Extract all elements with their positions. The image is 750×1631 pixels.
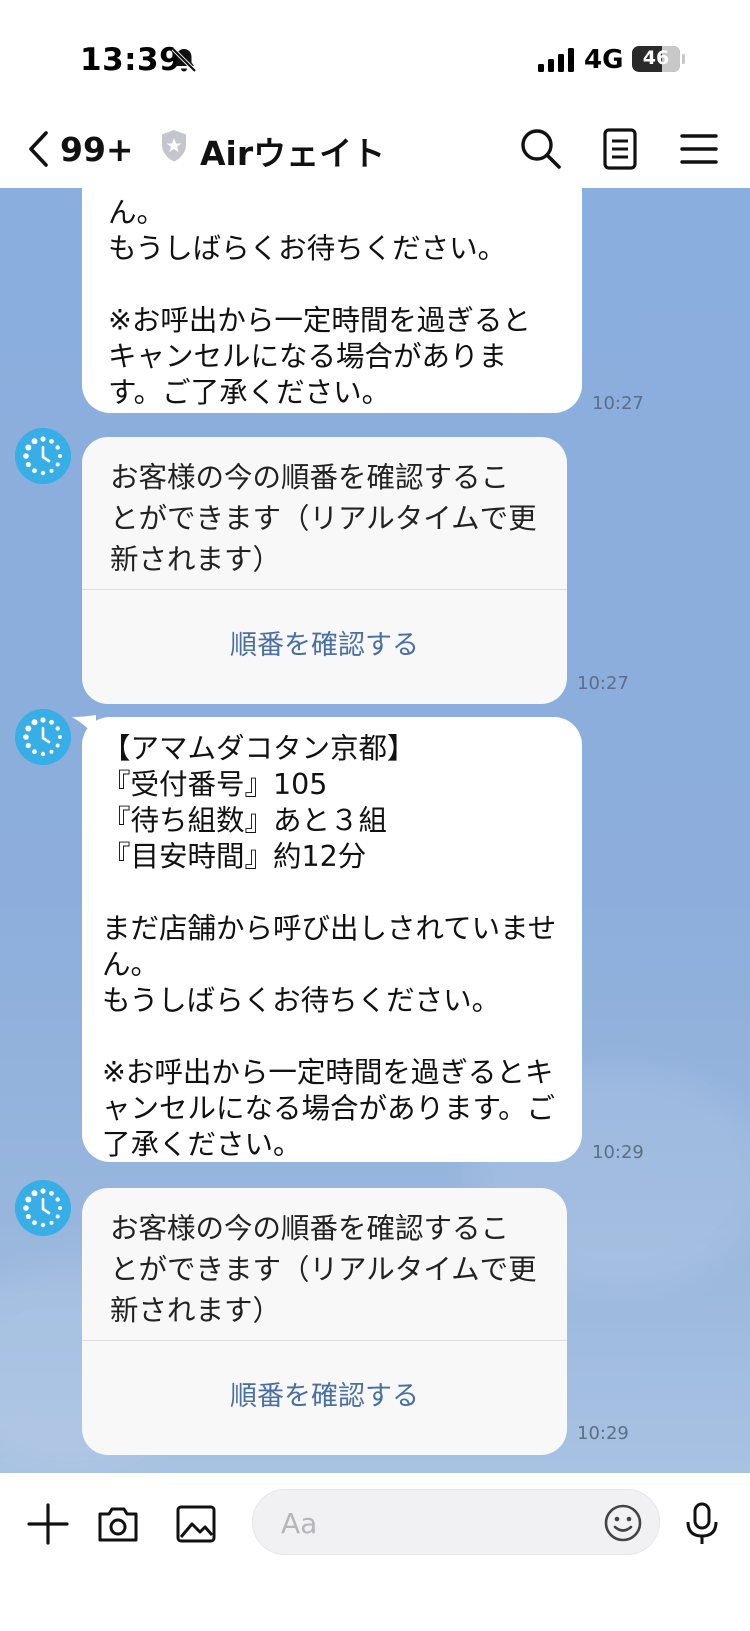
avatar[interactable]: [15, 1180, 71, 1236]
chevron-left-icon: [29, 131, 48, 167]
avatar[interactable]: [15, 428, 71, 484]
cellular-signal-icon: [538, 48, 574, 72]
card-text: お客様の今の順番を確認することができます（リアルタイムで更新されます）: [110, 1212, 537, 1327]
message-bubble[interactable]: 【アマムダコタン京都】 『受付番号』105 『待ち組数』あと３組 『目安時間』約…: [82, 717, 582, 1162]
unread-count: 99+: [60, 129, 134, 169]
plus-icon[interactable]: [24, 1500, 72, 1548]
message-text: ん。 もうしばらくお待ちください。 ※お呼出から一定時間を過ぎるとキャンセルにな…: [108, 196, 531, 409]
verified-shield-icon: [162, 130, 186, 162]
image-icon[interactable]: [172, 1500, 220, 1548]
camera-icon[interactable]: [94, 1500, 142, 1548]
microphone-icon[interactable]: [678, 1500, 726, 1548]
notes-icon[interactable]: [593, 122, 647, 176]
check-order-button[interactable]: 順番を確認する: [82, 1341, 567, 1445]
emoji-icon[interactable]: [601, 1501, 645, 1545]
network-type: 4G: [584, 45, 624, 75]
battery-level: 46: [642, 47, 670, 69]
clock-dots-icon: [23, 717, 62, 757]
queue-status-card: お客様の今の順番を確認することができます（リアルタイムで更新されます） 順番を確…: [82, 437, 567, 704]
card-text: お客様の今の順番を確認することができます（リアルタイムで更新されます）: [110, 461, 537, 576]
message-input: [252, 1489, 660, 1555]
battery-cap: [682, 54, 685, 64]
chat-area[interactable]: ん。 もうしばらくお待ちください。 ※お呼出から一定時間を過ぎるとキャンセルにな…: [0, 188, 750, 1473]
message-time: 10:29: [592, 1142, 644, 1163]
message-time: 10:27: [592, 393, 644, 414]
battery-icon: 46: [632, 46, 680, 72]
message-bubble[interactable]: ん。 もうしばらくお待ちください。 ※お呼出から一定時間を過ぎるとキャンセルにな…: [82, 188, 582, 413]
message-field[interactable]: [279, 1500, 583, 1546]
menu-icon[interactable]: [672, 122, 726, 176]
message-time: 10:29: [577, 1423, 629, 1444]
bell-muted-icon: [171, 47, 197, 73]
search-icon[interactable]: [514, 122, 568, 176]
message-text: 【アマムダコタン京都】 『受付番号』105 『待ち組数』あと３組 『目安時間』約…: [102, 732, 557, 1161]
status-time: 13:39: [80, 42, 182, 78]
check-order-button[interactable]: 順番を確認する: [82, 590, 567, 694]
status-bar: 13:39 4G 46: [0, 0, 750, 110]
clock-dots-icon: [23, 436, 62, 476]
clock-dots-icon: [23, 1188, 62, 1228]
chat-header: 99+ Airウェイト: [0, 110, 750, 188]
message-time: 10:27: [577, 673, 629, 694]
queue-status-card: お客様の今の順番を確認することができます（リアルタイムで更新されます） 順番を確…: [82, 1188, 567, 1455]
chat-title: Airウェイト: [200, 134, 386, 173]
avatar[interactable]: [15, 709, 71, 765]
back-button[interactable]: 99+: [22, 124, 134, 174]
message-input-bar: [0, 1473, 750, 1631]
